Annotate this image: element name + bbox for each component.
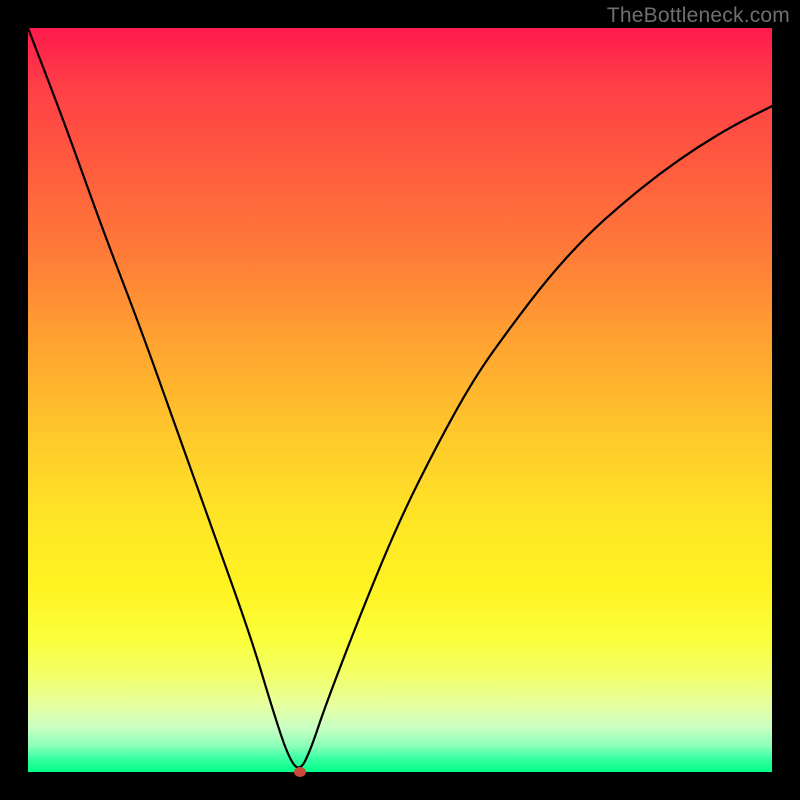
minimum-marker (294, 767, 306, 777)
bottleneck-curve (28, 28, 772, 772)
chart-frame: TheBottleneck.com (0, 0, 800, 800)
plot-area (28, 28, 772, 772)
watermark-text: TheBottleneck.com (607, 4, 790, 28)
